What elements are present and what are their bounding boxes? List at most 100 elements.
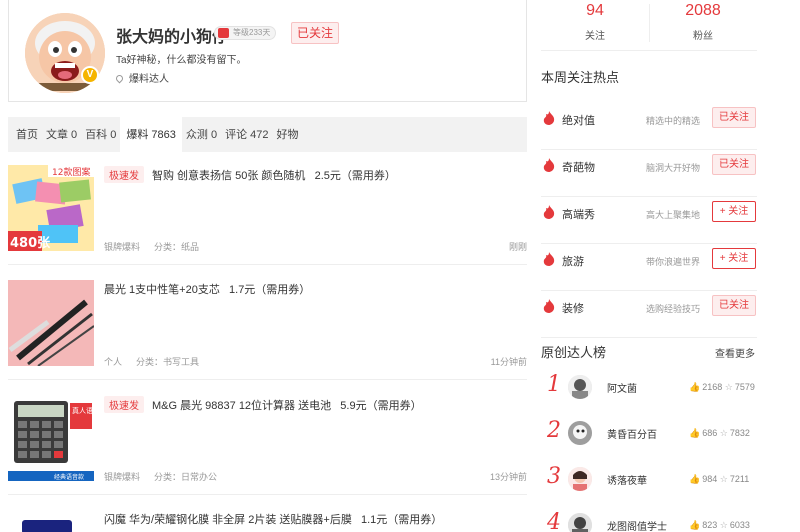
rank-stats: 👍 984 ☆ 7211 [689, 474, 749, 485]
fans-count: 2088 [685, 2, 721, 19]
hot-topic-row[interactable]: 奇葩物 脑洞大开好物 已关注 [541, 150, 757, 197]
feed-title-line[interactable]: 晨光 1支中性笔+20支芯 1.7元（需用券） [104, 281, 310, 297]
hot-topic-name[interactable]: 绝对值 [562, 112, 595, 128]
feed-item[interactable]: 闪魔 华为/荣耀钢化膜 非全屏 2片装 送贴膜器+后膜 1.1元（需用券） [8, 510, 527, 532]
feed-thumbnail[interactable]: 12款图案 480张 [8, 165, 94, 251]
profile-card: V 张大妈的小狗仔 等级233天 已关注 Ta好神秘，什么都没有留下。 爆料达人 [8, 0, 527, 102]
tab-deals[interactable]: 爆料 7863 [120, 117, 182, 152]
follow-status-button[interactable]: 已关注 [291, 22, 339, 44]
feed-time: 13分钟前 [489, 472, 527, 482]
feed-price: 2.5元（需用券） [314, 170, 396, 182]
hot-topic-row[interactable]: 高端秀 高大上聚集地 + 关注 [541, 197, 757, 244]
followed-button[interactable]: 已关注 [712, 154, 756, 175]
level-badge: 等级233天 [214, 26, 277, 40]
fire-icon [543, 158, 555, 172]
thumb-text-bottom: 经典语音款 [54, 473, 84, 481]
fast-badge: 极速发 [104, 166, 144, 183]
feed-thumbnail[interactable] [8, 280, 94, 366]
feed-category[interactable]: 分类：书写工具 [136, 357, 199, 367]
profile-bio: Ta好神秘，什么都没有留下。 [116, 55, 247, 66]
rank-number: 3 [547, 464, 561, 489]
profile-name: 张大妈的小狗仔 [116, 29, 229, 46]
feed-item[interactable]: 12款图案 480张 极速发 智购 创意表扬信 50张 颜色随机 2.5元（需用券… [8, 165, 527, 265]
tab-comments[interactable]: 评论 472 [221, 117, 272, 152]
feed-title[interactable]: M&G 晨光 98837 12位计算器 送电池 [152, 400, 331, 412]
rank-number: 1 [547, 372, 561, 397]
feed-category[interactable]: 分类：纸品 [154, 242, 199, 252]
hot-topic-name[interactable]: 高端秀 [562, 206, 595, 222]
feed-title-line[interactable]: 闪魔 华为/荣耀钢化膜 非全屏 2片装 送贴膜器+后膜 1.1元（需用券） [104, 511, 442, 527]
rank-user-name[interactable]: 黄昏百分百 [607, 426, 657, 441]
fans-label: 粉丝 [693, 31, 713, 42]
followed-button[interactable]: 已关注 [712, 107, 756, 128]
rank-stars: 7832 [729, 428, 750, 438]
fire-icon [543, 205, 555, 219]
avatar-image [568, 513, 592, 532]
rank-likes: 686 [702, 428, 718, 438]
follow-button[interactable]: + 关注 [712, 201, 756, 222]
thumbs-up-icon: 👍 [689, 428, 701, 438]
hot-topic-row[interactable]: 装修 选购经验技巧 已关注 [541, 291, 757, 338]
feed-title-line[interactable]: 极速发 M&G 晨光 98837 12位计算器 送电池 5.9元（需用券） [104, 396, 422, 413]
verified-badge-icon: V [81, 66, 99, 84]
hot-topic-name[interactable]: 旅游 [562, 253, 584, 269]
tab-goods[interactable]: 好物 [273, 117, 303, 152]
hot-topic-name[interactable]: 装修 [562, 300, 584, 316]
tab-home[interactable]: 首页 [8, 117, 42, 152]
feed-thumbnail[interactable]: 真人语音 经典语音款 [8, 395, 94, 481]
screen-protector-image [8, 510, 94, 532]
following-stat[interactable]: 94 关注 [541, 0, 649, 42]
tab-tests[interactable]: 众测 0 [182, 117, 221, 152]
rank-avatar[interactable] [568, 513, 592, 532]
feed-category[interactable]: 分类：日常办公 [154, 472, 217, 482]
calendar-icon [218, 28, 229, 38]
feed-source: 个人 [104, 357, 123, 367]
avatar-image [568, 375, 592, 399]
rank-likes: 823 [702, 520, 718, 530]
rank-row[interactable]: 2 黄昏百分百 👍 686 ☆ 7832 [541, 418, 757, 466]
feed-source: 银牌爆料 [104, 242, 141, 252]
see-more-link[interactable]: 查看更多 [715, 345, 755, 360]
profile-tag-label: 爆料达人 [129, 74, 169, 85]
rank-stars: 7579 [734, 382, 755, 392]
thumbs-up-icon: 👍 [689, 474, 701, 484]
tab-wiki[interactable]: 百科 0 [81, 117, 120, 152]
feed-title[interactable]: 智购 创意表扬信 50张 颜色随机 [152, 170, 305, 182]
level-text: 等级233天 [233, 28, 271, 37]
divider [8, 379, 527, 380]
feed-title-line[interactable]: 极速发 智购 创意表扬信 50张 颜色随机 2.5元（需用券） [104, 166, 396, 183]
feed-item[interactable]: 晨光 1支中性笔+20支芯 1.7元（需用券） 个人 分类：书写工具 11分钟前 [8, 280, 527, 380]
star-icon: ☆ [719, 520, 728, 530]
fast-badge: 极速发 [104, 396, 144, 413]
feed-thumbnail[interactable] [8, 510, 94, 532]
hot-topic-desc: 带你浪遍世界 [646, 257, 701, 267]
rank-row[interactable]: 3 诱落夜華 👍 984 ☆ 7211 [541, 464, 757, 512]
rank-avatar[interactable] [568, 421, 592, 445]
rank-stats: 👍 2168 ☆ 7579 [689, 382, 755, 393]
rank-user-name[interactable]: 龙图阁值学士 [607, 518, 667, 532]
fire-icon [543, 299, 555, 313]
rank-user-name[interactable]: 诱落夜華 [607, 472, 647, 487]
avatar-image [568, 467, 592, 491]
feed-item[interactable]: 真人语音 经典语音款 极速发 M&G 晨光 98837 12位计算器 送电池 5.… [8, 395, 527, 495]
feed-title[interactable]: 晨光 1支中性笔+20支芯 [104, 284, 220, 296]
followed-button[interactable]: 已关注 [712, 295, 756, 316]
hot-topic-name[interactable]: 奇葩物 [562, 159, 595, 175]
following-count: 94 [586, 2, 604, 19]
tab-articles[interactable]: 文章 0 [42, 117, 81, 152]
hot-topic-row[interactable]: 旅游 带你浪遍世界 + 关注 [541, 244, 757, 291]
follow-button[interactable]: + 关注 [712, 248, 756, 269]
rank-user-name[interactable]: 阿文菌 [607, 380, 637, 395]
hot-topic-desc: 选购经验技巧 [646, 304, 701, 314]
divider [8, 494, 527, 495]
calculator-image: 真人语音 经典语音款 [8, 395, 94, 481]
feed-title[interactable]: 闪魔 华为/荣耀钢化膜 非全屏 2片装 送贴膜器+后膜 [104, 514, 352, 526]
star-icon: ☆ [719, 474, 728, 484]
rank-avatar[interactable] [568, 375, 592, 399]
hot-topic-row[interactable]: 绝对值 精选中的精选 已关注 [541, 103, 757, 150]
feed-time: 11分钟前 [490, 357, 527, 367]
rank-row[interactable]: 4 龙图阁值学士 👍 823 ☆ 6033 [541, 510, 757, 532]
rank-avatar[interactable] [568, 467, 592, 491]
fans-stat[interactable]: 2088 粉丝 [649, 0, 757, 42]
rank-row[interactable]: 1 阿文菌 👍 2168 ☆ 7579 [541, 372, 757, 420]
